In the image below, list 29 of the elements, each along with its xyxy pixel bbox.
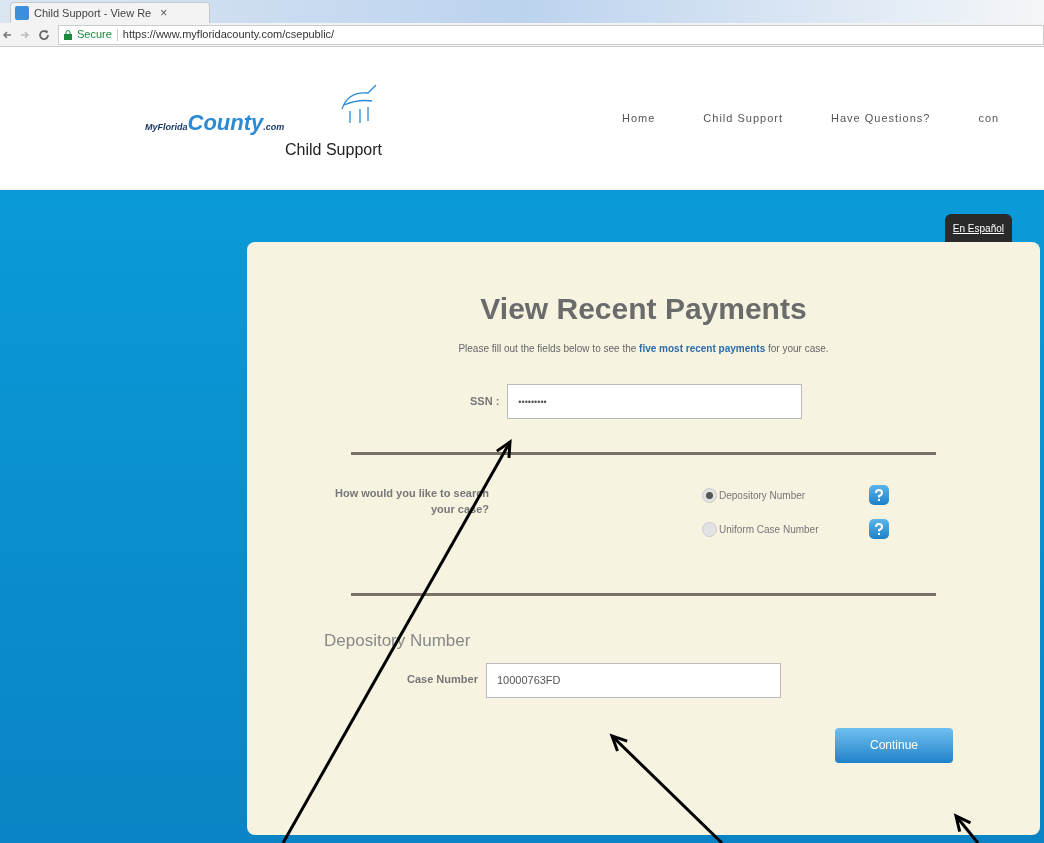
radio-label: Depository Number xyxy=(719,488,807,503)
radio-button[interactable] xyxy=(702,487,717,503)
language-link[interactable]: En Español xyxy=(944,214,1012,242)
back-icon[interactable] xyxy=(2,29,12,40)
tab-close-button[interactable]: × xyxy=(160,4,168,22)
case-number-label: Case Number xyxy=(407,671,478,687)
nav-link[interactable]: Home xyxy=(622,109,656,127)
nav-link[interactable]: con xyxy=(978,109,1000,127)
nav-link[interactable]: Child Support xyxy=(703,109,783,127)
ssn-label: SSN : xyxy=(470,394,500,410)
secure-label: Secure xyxy=(77,27,112,43)
ssn-field[interactable]: ••••••••• xyxy=(507,384,803,419)
address-bar[interactable]: Secure https://www.myfloridacounty.com/csepublic/ xyxy=(58,24,1044,45)
help-icon[interactable] xyxy=(869,519,889,539)
site-logo[interactable]: MyFloridaCounty.com Child Support xyxy=(145,78,425,158)
help-icon[interactable] xyxy=(869,485,889,505)
browser-tab[interactable]: Child Support - View Re × xyxy=(10,2,210,23)
form-title: View Recent Payments xyxy=(479,291,808,327)
form-instructions: Please fill out the fields below to see the five most recent payments for your case. xyxy=(457,342,830,356)
reload-icon[interactable] xyxy=(38,28,50,41)
lock-icon xyxy=(64,29,72,40)
annotation-arrow xyxy=(953,813,980,843)
case-number-field[interactable]: 10000763FD xyxy=(485,662,781,698)
radio-button[interactable] xyxy=(702,521,717,537)
site-favicon-icon xyxy=(15,6,29,20)
radio-label: Uniform Case Number xyxy=(719,522,820,537)
nav-link[interactable]: Have Questions? xyxy=(831,109,931,127)
url-text: https://www.myfloridacounty.com/csepublic/ xyxy=(122,27,335,43)
tab-title: Child Support - View Re xyxy=(34,5,152,21)
